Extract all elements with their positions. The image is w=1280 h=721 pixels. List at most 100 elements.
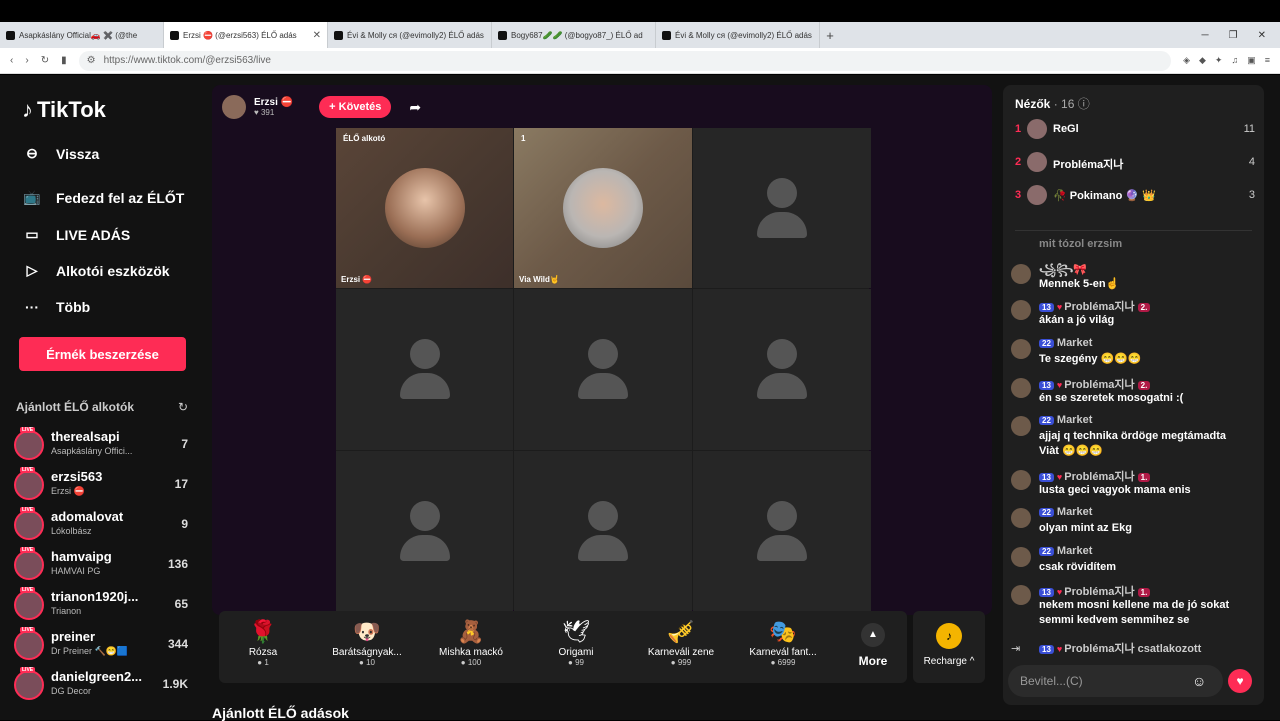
user-placeholder-icon — [409, 339, 440, 369]
sidebar-icon[interactable]: ▣ — [1247, 55, 1256, 66]
user-placeholder-body — [399, 535, 450, 561]
music-gift-icon: 🎺 — [667, 619, 695, 644]
host-info: Erzsi ⛔ ♥ 391 — [254, 97, 294, 117]
avatar — [1011, 300, 1031, 320]
live-badge: LIVE — [20, 667, 36, 673]
gift-bar: 🌹 Rózsa ● 1 🐶 Barátságnyak... ● 10 🧸 Mishka m… — [219, 611, 907, 683]
suggested-creator[interactable]: LIVE adomalovat Lókolbász 9 — [14, 507, 194, 545]
suggested-creator[interactable]: LIVE therealsapi Asapkáslány Offici... 7 — [14, 427, 194, 465]
gift-item[interactable]: 🕊 Origami ● 99 — [534, 619, 618, 667]
nav-creator-tools[interactable]: ▷ Alkotói eszközök — [22, 262, 170, 279]
host-avatar[interactable] — [222, 95, 246, 119]
suggested-creators-title: Ajánlott ÉLŐ alkotók — [16, 400, 135, 414]
browser-tab[interactable]: Bogy687🥒🥒 (@bogyo87_) ÉLŐ ad — [492, 22, 656, 48]
join-notice: ⇥ 13 ♥ Probléma지나 csatlakozott — [1011, 640, 1259, 658]
empty-slot[interactable] — [693, 128, 871, 288]
chat-input[interactable]: Bevitel...(C) — [1008, 665, 1223, 697]
heart-icon: ♥ — [1056, 302, 1063, 312]
gift-item[interactable]: 🐶 Barátságnyak... ● 10 — [325, 619, 409, 667]
refresh-icon[interactable]: ↻ — [178, 400, 188, 414]
menu-icon[interactable]: ≡ — [1265, 55, 1270, 66]
suggested-creator[interactable]: LIVE erzsi563 Erzsi ⛔ 17 — [14, 467, 194, 505]
avatar — [14, 430, 44, 460]
suggested-creator[interactable]: LIVE hamvaipg HAMVAI PG 136 — [14, 547, 194, 585]
gift-item[interactable]: 🧸 Mishka mackó ● 100 — [429, 619, 513, 667]
emoji-icon[interactable]: ☺ — [1192, 673, 1206, 689]
maximize-icon[interactable]: ❐ — [1229, 30, 1238, 41]
live-badge: LIVE — [20, 467, 36, 473]
chat-message: 13 ♥ Probléma지나 2. ákán a jó világ — [1011, 298, 1259, 332]
gift-item[interactable]: 🎭 Karnevál fant... ● 6999 — [741, 619, 825, 667]
browser-tab[interactable]: Évi & Molly ся (@evimolly2) ÉLŐ adás — [328, 22, 492, 48]
bookmark-icon[interactable]: ▮ — [61, 55, 67, 66]
recharge-button[interactable]: ♪ Recharge ^ — [913, 611, 985, 683]
extensions-area: ◈ ◆ ✦ ♫ ▣ ≡ — [1183, 55, 1270, 66]
info-icon[interactable]: ⓘ — [1078, 97, 1090, 111]
nav-more[interactable]: ··· Több — [22, 299, 90, 315]
avatar — [14, 670, 44, 700]
site-settings-icon[interactable]: ⚙ — [87, 55, 96, 66]
minimize-icon[interactable]: ─ — [1202, 30, 1209, 41]
tv-icon: 📺 — [23, 189, 41, 205]
avatar — [1011, 470, 1031, 490]
nav-go-live[interactable]: ▭ LIVE ADÁS — [22, 226, 130, 243]
avatar — [14, 550, 44, 580]
more-dots-icon: ··· — [25, 299, 39, 315]
empty-slot[interactable] — [693, 289, 871, 450]
back-circle-icon: ⊖ — [26, 145, 38, 161]
music-icon[interactable]: ♫ — [1231, 55, 1238, 66]
chevron-up-icon: ▲ — [861, 623, 885, 647]
nav-back[interactable]: ⊖ Vissza — [22, 145, 99, 162]
live-badge: LIVE — [20, 587, 36, 593]
puzzle-icon[interactable]: ✦ — [1215, 55, 1223, 66]
play-icon: ▷ — [26, 262, 38, 278]
gift-item[interactable]: 🎺 Karneváli zene ● 999 — [639, 619, 723, 667]
avatar — [1011, 508, 1031, 528]
browser-tab-active[interactable]: Erzsi ⛔ (@erzsi563) ÉLŐ adás ✕ — [164, 22, 328, 48]
empty-slot[interactable] — [514, 289, 692, 450]
user-placeholder-icon — [409, 501, 440, 531]
coin-icon: ● — [257, 658, 263, 667]
guest-video[interactable]: 1 Via Wild🤘 — [514, 128, 692, 288]
close-tab-icon[interactable]: ✕ — [313, 30, 321, 41]
more-gifts-button[interactable]: ▲ More — [853, 623, 893, 668]
window-top-bar — [0, 0, 1280, 22]
back-arrow-icon[interactable]: ‹ — [10, 55, 13, 66]
viewer-row[interactable]: 3 🥀 Pokimano 🔮 👑 3 — [1015, 184, 1255, 208]
suggested-creator[interactable]: LIVE danielgreen2... DG Decor 1.9K — [14, 667, 194, 705]
suggested-creator[interactable]: LIVE preiner Dr Preiner 🔨😁🟦 344 — [14, 627, 194, 665]
host-video[interactable]: ÉLŐ alkotó Erzsi ⛔ — [336, 128, 513, 288]
viewer-row[interactable]: 2 Probléma지나 4 — [1015, 151, 1255, 175]
like-heart-button[interactable]: ♥ — [1228, 669, 1252, 693]
chat-message: 22 Market olyan mint az Ekg — [1011, 506, 1259, 540]
get-coins-button[interactable]: Érmék beszerzése — [19, 337, 186, 371]
shield-icon[interactable]: ◈ — [1183, 55, 1190, 66]
empty-slot[interactable] — [336, 289, 513, 450]
forward-arrow-icon[interactable]: › — [25, 55, 28, 66]
user-placeholder-body — [578, 535, 628, 561]
tiktok-icon — [662, 30, 671, 40]
user-placeholder-body — [757, 535, 807, 561]
new-tab-button[interactable]: + — [820, 28, 840, 43]
gift-item[interactable]: 🌹 Rózsa ● 1 — [221, 619, 305, 667]
tiktok-logo[interactable]: ♪ TikTok — [22, 97, 106, 123]
empty-slot[interactable] — [693, 451, 871, 612]
browser-tab[interactable]: Asapkáslány Official🚗 ✖️ (@the — [0, 22, 164, 48]
avatar — [1027, 185, 1047, 205]
user-placeholder-body — [399, 373, 450, 399]
url-bar[interactable]: ⚙ https://www.tiktok.com/@erzsi563/live — [78, 50, 1172, 71]
nav-explore-live[interactable]: 📺 Fedezd fel az ÉLŐT — [22, 189, 184, 206]
follow-button[interactable]: + Követés — [319, 96, 392, 118]
suggested-creator[interactable]: LIVE trianon1920j... Trianon 65 — [14, 587, 194, 625]
reload-icon[interactable]: ↻ — [41, 55, 49, 66]
empty-slot[interactable] — [336, 451, 513, 612]
user-placeholder-icon — [767, 339, 797, 369]
tiktok-icon — [334, 30, 343, 40]
extension-icon[interactable]: ◆ — [1199, 55, 1206, 66]
browser-tab[interactable]: Évi & Molly ся (@evimolly2) ÉLŐ adás — [656, 22, 820, 48]
live-badge: LIVE — [20, 627, 36, 633]
share-icon[interactable]: ➦ — [409, 99, 421, 116]
viewer-row[interactable]: 1 ReGl 11 — [1015, 118, 1255, 142]
close-window-icon[interactable]: ✕ — [1258, 30, 1266, 41]
empty-slot[interactable] — [514, 451, 692, 612]
